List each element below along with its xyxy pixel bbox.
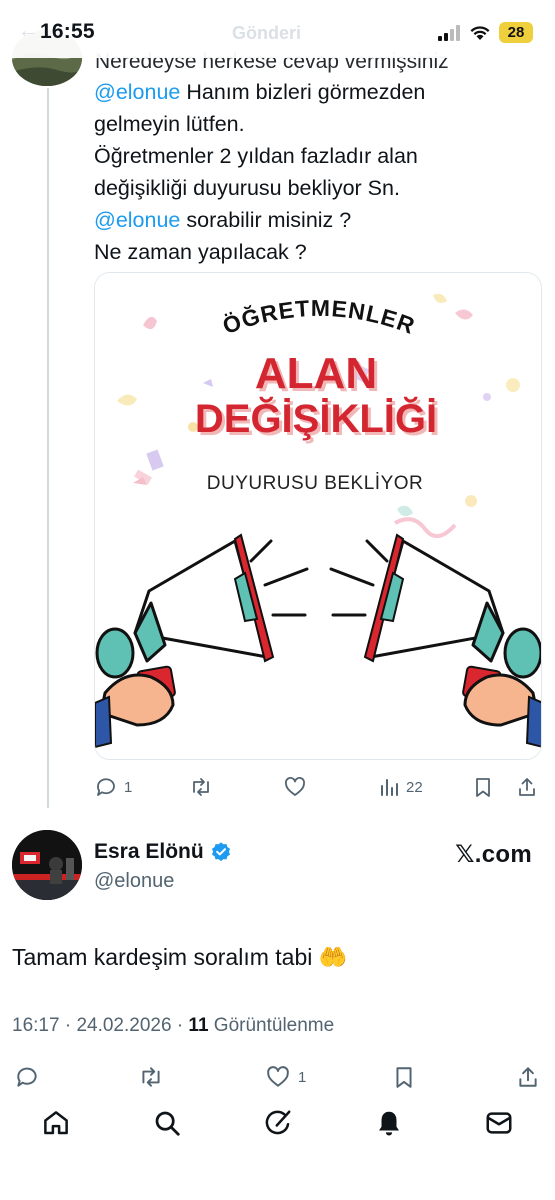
tweet-text-line: Öğretmenler 2 yıldan fazladır alan [94, 140, 534, 172]
tweet-date: 24.02.2026 [76, 1015, 172, 1036]
search-icon [155, 1111, 180, 1136]
bookmark-icon [476, 778, 490, 797]
tweet-text-segment: sorabilir misiniz ? [180, 208, 352, 232]
tweet-text-line: değişikliği duyurusu bekliyor Sn. [94, 172, 534, 204]
tweet-actions: 1 22 [94, 772, 549, 802]
reply-author: Esra Elönü @elonue 𝕏.com [12, 830, 542, 910]
retweet-button[interactable] [138, 1064, 164, 1090]
grok-icon [265, 1110, 291, 1135]
meta-separator: · [64, 1015, 77, 1036]
home-icon [44, 1111, 68, 1135]
image-title-line2: DEĞİŞİKLİĞİ [195, 395, 437, 441]
battery-indicator: 28 [499, 22, 533, 43]
tweet-text-segment: değişikliği duyurusu bekliyor Sn. [94, 176, 400, 200]
author-name: Esra Elönü [94, 840, 204, 863]
status-icons: 28 [437, 22, 533, 43]
x-brand-label: 𝕏.com [455, 841, 532, 868]
reply-count: 1 [124, 778, 133, 796]
like-button[interactable]: 1 [264, 1064, 306, 1090]
reply-icon [97, 778, 115, 796]
nav-notifications[interactable] [374, 1108, 404, 1143]
reply-tweet-actions: 1 [0, 1060, 555, 1096]
verified-badge-icon [211, 842, 230, 862]
reply-button[interactable]: 1 [94, 775, 132, 799]
tweet-text-segment: gelmeyin lütfen. [94, 112, 245, 136]
share-icon [519, 1067, 537, 1087]
nav-search[interactable] [152, 1108, 182, 1143]
views-count: 11 [188, 1015, 209, 1036]
open-hands-emoji: 🤲 [318, 944, 348, 970]
thread-line [47, 88, 49, 808]
author-handle: @elonue [94, 870, 175, 892]
like-count: 1 [298, 1068, 307, 1086]
signal-icon [438, 24, 460, 41]
mention-link[interactable]: @elonue [94, 80, 180, 104]
reply-button[interactable] [14, 1064, 40, 1090]
retweet-button[interactable] [189, 775, 213, 799]
back-arrow-icon[interactable]: ← [18, 20, 38, 43]
tweet-media[interactable]: ÖĞRETMENLER ALAN ALAN DEĞİŞİKLİĞİ DEĞİŞİ… [94, 272, 542, 760]
tweet-text-segment: Öğretmenler 2 yıldan fazladır alan [94, 144, 418, 168]
share-button[interactable] [516, 776, 538, 798]
like-button[interactable] [283, 775, 307, 799]
views-icon [381, 779, 398, 796]
wifi-icon [470, 25, 490, 40]
meta-separator: · [176, 1015, 189, 1036]
author-avatar[interactable] [12, 830, 82, 900]
bookmark-button[interactable] [472, 776, 494, 798]
reply-text-body: Tamam kardeşim soralım tabi [12, 944, 313, 970]
share-button[interactable] [516, 1064, 540, 1090]
tweet-text-segment: Hanım bizleri görmezden [180, 80, 426, 104]
tweet-text-line: Ne zaman yapılacak ? [94, 236, 534, 268]
tweet-text-segment: Ne zaman yapılacak ? [94, 240, 307, 264]
tweet-text-line: @elonue Hanım bizleri görmezden [94, 76, 534, 108]
tweet-text-line: gelmeyin lütfen. [94, 108, 534, 140]
reply-icon [17, 1067, 37, 1087]
messages-icon [486, 1112, 512, 1134]
tweet-meta: 16:17 · 24.02.2026 · 11 Görüntülenme [12, 1015, 334, 1037]
reply-tweet-text: Tamam kardeşim soralım tabi 🤲 [12, 944, 347, 971]
like-icon [285, 777, 305, 796]
bookmark-button[interactable] [392, 1064, 416, 1090]
views-button[interactable]: 22 [378, 776, 423, 798]
retweet-icon [193, 778, 209, 796]
share-icon [519, 778, 535, 796]
status-bar: ← 16:55 Gönderi 28 [0, 0, 555, 58]
bottom-nav [0, 1102, 555, 1146]
page-title: Gönderi [232, 23, 302, 43]
image-title-line1: ALAN [255, 349, 377, 398]
nav-messages[interactable] [484, 1108, 514, 1143]
author-name-row[interactable]: Esra Elönü [94, 840, 232, 864]
status-time: 16:55 [40, 20, 95, 43]
nav-home[interactable] [41, 1108, 71, 1143]
bookmark-icon [396, 1067, 412, 1088]
tweet-time: 16:17 [12, 1015, 60, 1036]
mention-link[interactable]: @elonue [94, 208, 180, 232]
views-count: 22 [406, 778, 423, 796]
views-label: Görüntülenme [213, 1015, 335, 1036]
tweet-text-line: @elonue sorabilir misiniz ? [94, 204, 534, 236]
image-subtitle: DUYURUSU BEKLİYOR [207, 473, 424, 494]
notifications-icon [379, 1111, 399, 1136]
nav-grok[interactable] [263, 1108, 293, 1143]
retweet-icon [142, 1067, 160, 1087]
tweet-text: @elonue Hanım bizleri görmezden gelmeyin … [94, 76, 534, 268]
like-icon [267, 1066, 289, 1087]
